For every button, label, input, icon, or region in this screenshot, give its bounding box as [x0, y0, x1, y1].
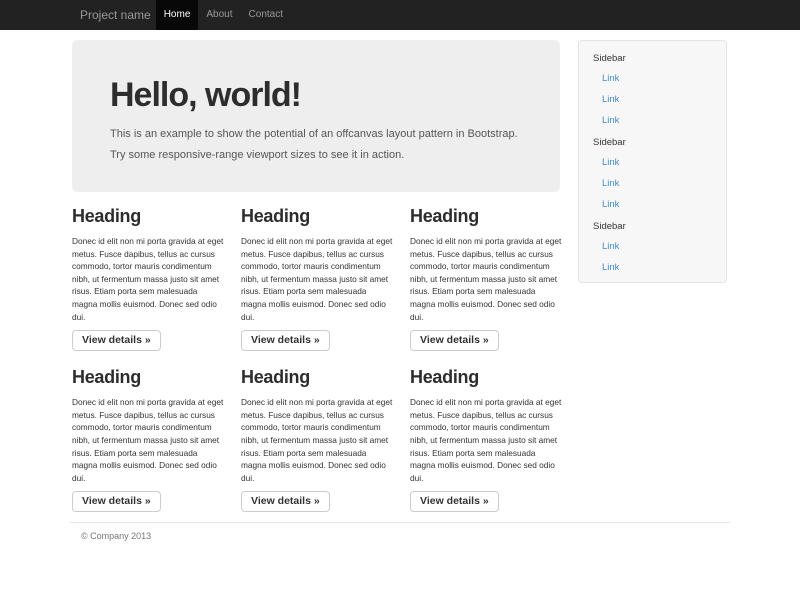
card-body-text: Donec id elit non mi porta gravida at eg…	[72, 396, 225, 484]
sidebar: Sidebar Link Link Link Sidebar Link Link…	[578, 40, 727, 283]
sidebar-group-title: Sidebar	[593, 53, 712, 64]
card-heading: Heading	[410, 367, 566, 387]
card-body-text: Donec id elit non mi porta gravida at eg…	[410, 396, 563, 484]
view-details-button[interactable]: View details »	[72, 491, 161, 512]
card-body-text: Donec id elit non mi porta gravida at eg…	[410, 235, 563, 323]
sidebar-group-2: Sidebar Link Link Link	[593, 137, 712, 215]
hero-text: This is an example to show the potential…	[110, 124, 522, 166]
brand-link[interactable]: Project name	[80, 0, 151, 30]
cards-grid: Heading Donec id elit non mi porta gravi…	[72, 206, 566, 512]
sidebar-link[interactable]: Link	[593, 236, 712, 257]
sidebar-group-title: Sidebar	[593, 221, 712, 232]
sidebar-link[interactable]: Link	[593, 110, 712, 131]
card-heading: Heading	[241, 206, 397, 226]
content-card-3: Heading Donec id elit non mi porta gravi…	[410, 206, 566, 351]
copyright-text: © Company 2013	[81, 531, 800, 541]
nav-item-contact[interactable]: Contact	[241, 0, 291, 30]
navbar: Project name Home About Contact	[0, 0, 800, 30]
content-card-2: Heading Donec id elit non mi porta gravi…	[241, 206, 397, 351]
card-body-text: Donec id elit non mi porta gravida at eg…	[241, 396, 394, 484]
nav-item-home[interactable]: Home	[156, 0, 199, 30]
sidebar-link[interactable]: Link	[593, 89, 712, 110]
nav-link-contact[interactable]: Contact	[241, 0, 291, 30]
sidebar-group-title: Sidebar	[593, 137, 712, 148]
jumbotron: Hello, world! This is an example to show…	[72, 40, 560, 192]
content-card-4: Heading Donec id elit non mi porta gravi…	[72, 367, 228, 512]
card-heading: Heading	[72, 367, 228, 387]
card-heading: Heading	[72, 206, 228, 226]
nav-item-about[interactable]: About	[198, 0, 240, 30]
view-details-button[interactable]: View details »	[241, 491, 330, 512]
footer: © Company 2013	[0, 531, 800, 541]
sidebar-link[interactable]: Link	[593, 68, 712, 89]
card-heading: Heading	[241, 367, 397, 387]
view-details-button[interactable]: View details »	[410, 330, 499, 351]
content-card-1: Heading Donec id elit non mi porta gravi…	[72, 206, 228, 351]
sidebar-link[interactable]: Link	[593, 194, 712, 215]
sidebar-link[interactable]: Link	[593, 173, 712, 194]
sidebar-link[interactable]: Link	[593, 257, 712, 278]
card-body-text: Donec id elit non mi porta gravida at eg…	[72, 235, 225, 323]
hero-title: Hello, world!	[110, 76, 522, 114]
content-card-6: Heading Donec id elit non mi porta gravi…	[410, 367, 566, 512]
navbar-menu: Home About Contact	[156, 0, 291, 30]
sidebar-group-1: Sidebar Link Link Link	[593, 53, 712, 131]
content-card-5: Heading Donec id elit non mi porta gravi…	[241, 367, 397, 512]
nav-link-about[interactable]: About	[198, 0, 240, 30]
view-details-button[interactable]: View details »	[72, 330, 161, 351]
sidebar-group-3: Sidebar Link Link	[593, 221, 712, 278]
main-content: Hello, world! This is an example to show…	[0, 40, 800, 541]
view-details-button[interactable]: View details »	[410, 491, 499, 512]
sidebar-link[interactable]: Link	[593, 152, 712, 173]
view-details-button[interactable]: View details »	[241, 330, 330, 351]
nav-link-home[interactable]: Home	[156, 0, 199, 30]
footer-divider	[70, 522, 730, 523]
card-body-text: Donec id elit non mi porta gravida at eg…	[241, 235, 394, 323]
card-heading: Heading	[410, 206, 566, 226]
